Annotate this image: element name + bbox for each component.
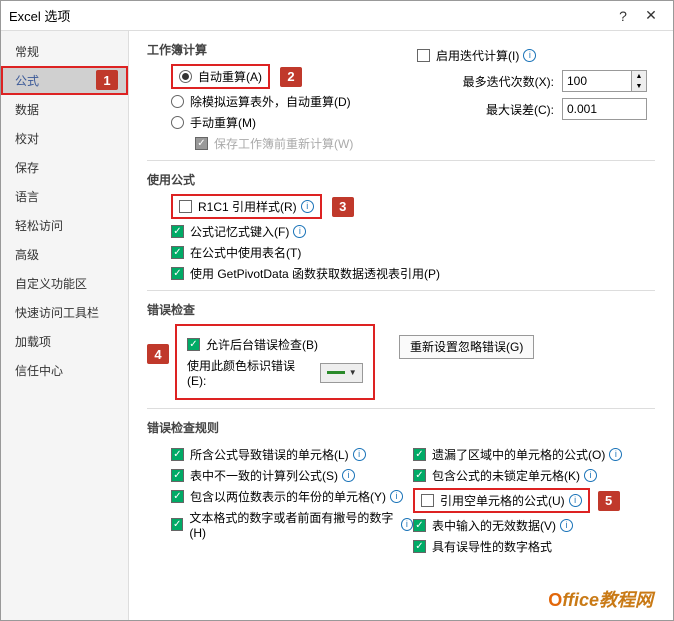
info-icon[interactable]: i — [390, 490, 403, 503]
table-names-checkbox[interactable] — [171, 246, 184, 259]
rule6-checkbox[interactable] — [413, 469, 426, 482]
r1c1-label: R1C1 引用样式(R) — [198, 198, 297, 215]
sidebar-item-trust[interactable]: 信任中心 — [1, 356, 128, 385]
except-tables-radio[interactable] — [171, 95, 184, 108]
rule4-label: 文本格式的数字或者前面有撇号的数字(H) — [189, 509, 396, 540]
rule7-checkbox[interactable] — [421, 494, 434, 507]
info-icon[interactable]: i — [560, 519, 573, 532]
max-iter-input[interactable] — [562, 70, 632, 92]
sidebar-item-language[interactable]: 语言 — [1, 182, 128, 211]
errcheck-highlight: 允许后台错误检查(B) 使用此颜色标识错误(E): ▼ — [175, 324, 375, 400]
rule8-checkbox[interactable] — [413, 519, 426, 532]
info-icon[interactable]: i — [584, 469, 597, 482]
section-rules-title: 错误检查规则 — [147, 419, 655, 436]
autocomplete-checkbox[interactable] — [171, 225, 184, 238]
marker-2: 2 — [280, 67, 302, 87]
dialog-title: Excel 选项 — [9, 6, 609, 25]
chevron-down-icon: ▼ — [349, 368, 357, 377]
rule5-checkbox[interactable] — [413, 448, 426, 461]
rule4-checkbox[interactable] — [171, 518, 183, 531]
rule8-label: 表中输入的无效数据(V) — [432, 517, 556, 534]
rule2-checkbox[interactable] — [171, 469, 184, 482]
recalc-before-save-label: 保存工作簿前重新计算(W) — [214, 135, 353, 152]
reset-ignored-errors-button[interactable]: 重新设置忽略错误(G) — [399, 335, 534, 359]
auto-recalc-highlight: 自动重算(A) — [171, 64, 270, 89]
rule3-label: 包含以两位数表示的年份的单元格(Y) — [190, 488, 386, 505]
manual-recalc-radio[interactable] — [171, 116, 184, 129]
color-swatch — [327, 371, 345, 374]
watermark-text: ffice教程网 — [562, 590, 653, 610]
recalc-before-save-checkbox — [195, 137, 208, 150]
getpivot-checkbox[interactable] — [171, 267, 184, 280]
sidebar-item-general[interactable]: 常规 — [1, 37, 128, 66]
max-change-label: 最大误差(C): — [417, 101, 562, 118]
rule3-checkbox[interactable] — [171, 490, 184, 503]
sidebar-item-data[interactable]: 数据 — [1, 95, 128, 124]
err-color-picker[interactable]: ▼ — [320, 363, 363, 383]
sidebar-item-formulas[interactable]: 公式 1 — [1, 66, 128, 95]
rules-group: 所含公式导致错误的单元格(L) i 表中不一致的计算列公式(S) i 包含以两位数表… — [171, 442, 655, 559]
enable-iteration-checkbox[interactable] — [417, 49, 430, 62]
sidebar-item-ease[interactable]: 轻松访问 — [1, 211, 128, 240]
sidebar-item-proofing[interactable]: 校对 — [1, 124, 128, 153]
close-button[interactable]: ✕ — [637, 7, 665, 24]
rule6-label: 包含公式的未锁定单元格(K) — [432, 467, 580, 484]
sidebar-item-advanced[interactable]: 高级 — [1, 240, 128, 269]
marker-1: 1 — [96, 70, 118, 90]
rule7-highlight: 引用空单元格的公式(U) i — [413, 488, 590, 513]
section-errcheck-title: 错误检查 — [147, 301, 655, 318]
auto-recalc-label: 自动重算(A) — [198, 68, 262, 85]
marker-5: 5 — [598, 491, 620, 511]
max-change-input[interactable] — [562, 98, 647, 120]
marker-4: 4 — [147, 344, 169, 364]
info-icon[interactable]: i — [293, 225, 306, 238]
options-dialog: Excel 选项 ? ✕ 常规 公式 1 数据 校对 保存 语言 轻松访问 高级… — [0, 0, 674, 621]
rule2-label: 表中不一致的计算列公式(S) — [190, 467, 338, 484]
max-iter-spinner[interactable]: ▲▼ — [632, 70, 647, 92]
bg-errcheck-label: 允许后台错误检查(B) — [206, 336, 318, 353]
content-panel: 工作簿计算 启用迭代计算(I) i 最多迭代次数(X): ▲▼ 最大误差(C): — [129, 31, 673, 620]
dialog-body: 常规 公式 1 数据 校对 保存 语言 轻松访问 高级 自定义功能区 快速访问工… — [1, 31, 673, 620]
sidebar-item-addins[interactable]: 加载项 — [1, 327, 128, 356]
except-tables-label: 除模拟运算表外，自动重算(D) — [190, 93, 351, 110]
category-sidebar: 常规 公式 1 数据 校对 保存 语言 轻松访问 高级 自定义功能区 快速访问工… — [1, 31, 129, 620]
r1c1-highlight: R1C1 引用样式(R) i — [171, 194, 322, 219]
bg-errcheck-checkbox[interactable] — [187, 338, 200, 351]
section-formulas-title: 使用公式 — [147, 171, 655, 188]
help-button[interactable]: ? — [609, 8, 637, 24]
manual-recalc-label: 手动重算(M) — [190, 114, 256, 131]
rule1-checkbox[interactable] — [171, 448, 184, 461]
autocomplete-label: 公式记忆式键入(F) — [190, 223, 289, 240]
info-icon[interactable]: i — [401, 518, 413, 531]
sidebar-item-qat[interactable]: 快速访问工具栏 — [1, 298, 128, 327]
marker-3: 3 — [332, 197, 354, 217]
watermark-o: O — [548, 590, 562, 610]
info-icon[interactable]: i — [301, 200, 314, 213]
rule1-label: 所含公式导致错误的单元格(L) — [190, 446, 349, 463]
sidebar-item-save[interactable]: 保存 — [1, 153, 128, 182]
titlebar: Excel 选项 ? ✕ — [1, 1, 673, 31]
getpivot-label: 使用 GetPivotData 函数获取数据透视表引用(P) — [190, 265, 440, 282]
auto-recalc-radio[interactable] — [179, 70, 192, 83]
err-color-label: 使用此颜色标识错误(E): — [187, 357, 310, 388]
iteration-group: 启用迭代计算(I) i 最多迭代次数(X): ▲▼ 最大误差(C): — [417, 41, 647, 126]
table-names-label: 在公式中使用表名(T) — [190, 244, 301, 261]
info-icon[interactable]: i — [353, 448, 366, 461]
info-icon[interactable]: i — [569, 494, 582, 507]
sidebar-item-label: 公式 — [15, 74, 39, 88]
info-icon[interactable]: i — [523, 49, 536, 62]
watermark: Office教程网 — [548, 586, 653, 612]
enable-iteration-label: 启用迭代计算(I) — [436, 47, 519, 64]
sidebar-item-customize-ribbon[interactable]: 自定义功能区 — [1, 269, 128, 298]
r1c1-checkbox[interactable] — [179, 200, 192, 213]
rule7-label: 引用空单元格的公式(U) — [440, 492, 565, 509]
max-iter-label: 最多迭代次数(X): — [417, 73, 562, 90]
rule9-checkbox[interactable] — [413, 540, 426, 553]
info-icon[interactable]: i — [609, 448, 622, 461]
rule5-label: 遗漏了区域中的单元格的公式(O) — [432, 446, 605, 463]
rule9-label: 具有误导性的数字格式 — [432, 538, 552, 555]
info-icon[interactable]: i — [342, 469, 355, 482]
